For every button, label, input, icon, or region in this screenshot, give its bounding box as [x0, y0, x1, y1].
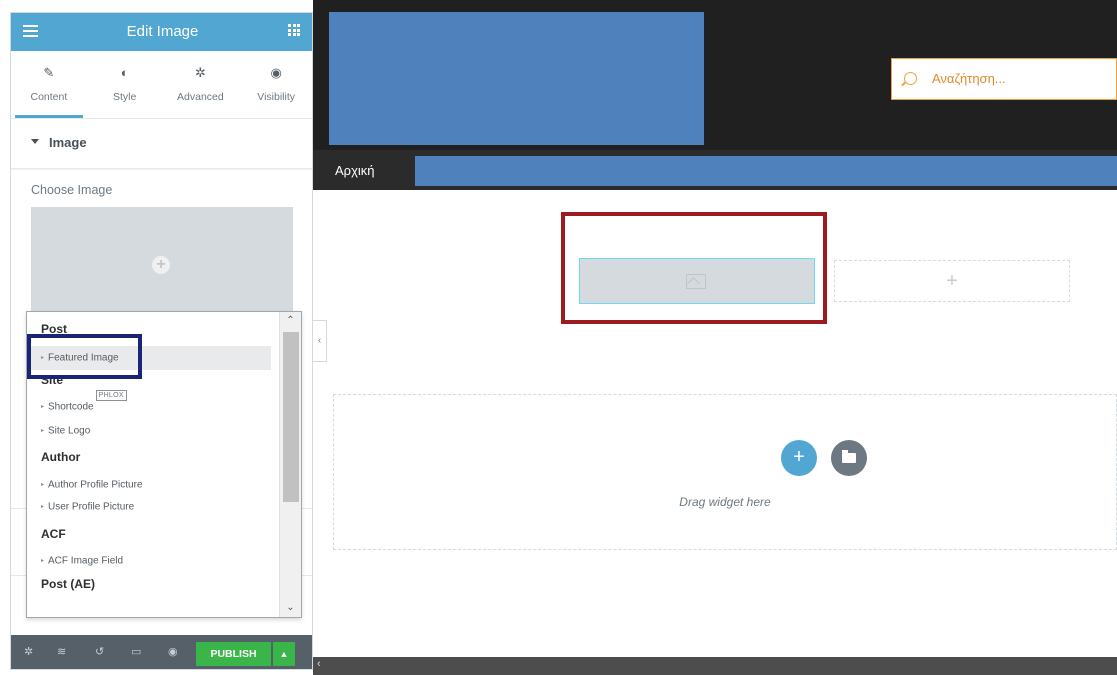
section-title: Image [49, 135, 87, 150]
tab-content[interactable]: ✎ Content [11, 51, 87, 118]
pencil-icon: ✎ [43, 65, 55, 80]
add-column-plus[interactable]: + [834, 260, 1070, 302]
dropdown-item-user-profile-picture[interactable]: ▸ User Profile Picture [27, 498, 271, 520]
panel-title: Edit Image [126, 23, 199, 40]
template-library-folder-icon[interactable] [831, 440, 867, 476]
panel-footer: ✲ ≋ ↺ ▭ ◉ PUBLISH ▲ [11, 635, 312, 669]
nav-home-link[interactable]: Αρχική [335, 163, 375, 178]
settings-icon[interactable]: ✲ [24, 645, 33, 658]
item-label: Site Logo [48, 425, 91, 437]
search-box[interactable]: Αναζήτηση... [891, 58, 1117, 100]
panel-header: Edit Image [11, 13, 312, 51]
scroll-up-icon[interactable]: ⌃ [280, 312, 301, 330]
scroll-left-icon[interactable]: ‹ [317, 658, 321, 670]
dropdown-group-author: Author [41, 450, 81, 464]
dropdown-group-post-ae: Post (AE) [41, 577, 95, 591]
tab-advanced[interactable]: ✲ Advanced [163, 51, 239, 118]
tab-style-label: Style [112, 91, 137, 103]
gear-icon: ✲ [194, 65, 206, 80]
drag-widget-text: Drag widget here [679, 495, 771, 509]
phlox-badge: PHLOX [95, 390, 127, 401]
scroll-down-icon[interactable]: ⌄ [280, 599, 301, 617]
item-label: ACF Image Field [48, 555, 124, 567]
dropdown-item-author-profile-picture[interactable]: ▸ Author Profile Picture [27, 472, 271, 498]
bullet-icon: ▸ [41, 558, 45, 564]
search-icon [904, 72, 917, 85]
history-icon[interactable]: ↺ [95, 645, 104, 658]
responsive-mode-icon[interactable]: ▭ [131, 645, 141, 658]
preview-eye-icon[interactable]: ◉ [168, 645, 178, 658]
publish-options-caret-icon[interactable]: ▲ [273, 642, 295, 666]
site-logo-block[interactable] [329, 12, 704, 145]
site-nav: Αρχική [313, 150, 1117, 190]
bottom-scrollbar[interactable]: ‹ [313, 657, 1117, 675]
bullet-icon: ▸ [41, 482, 45, 488]
image-chooser[interactable]: + [31, 207, 293, 322]
nav-menu-bar [415, 156, 1117, 186]
collapse-panel-chevron-icon[interactable]: ‹ [313, 320, 327, 362]
tab-visibility-label: Visibility [257, 91, 295, 103]
image-widget-placeholder[interactable] [579, 258, 815, 304]
choose-image-label: Choose Image [31, 183, 113, 197]
editor-window: Edit Image ✎ Content ◐ Style ✲ Advanced … [0, 0, 1117, 675]
tab-content-label: Content [30, 91, 68, 103]
dropdown-scrollbar[interactable]: ⌃ ⌄ [279, 312, 301, 617]
panel-tabs: ✎ Content ◐ Style ✲ Advanced ◉ Visibilit… [11, 51, 312, 119]
bullet-icon: ▸ [41, 504, 45, 510]
item-label: User Profile Picture [48, 501, 135, 513]
tab-visibility[interactable]: ◉ Visibility [238, 51, 312, 118]
highlight-featured-image [27, 334, 142, 379]
navigator-layers-icon[interactable]: ≋ [57, 645, 66, 658]
dropdown-group-acf: ACF [41, 527, 66, 541]
scrollbar-thumb[interactable] [283, 332, 299, 502]
widgets-grid-icon[interactable] [288, 24, 300, 36]
item-label: Author Profile Picture [48, 479, 143, 491]
search-input[interactable]: Αναζήτηση... [932, 71, 1006, 86]
publish-button[interactable]: PUBLISH [196, 642, 271, 666]
dropdown-item-shortcode[interactable]: ▸ ShortcodePHLOX [27, 390, 271, 420]
tab-style[interactable]: ◐ Style [87, 51, 163, 118]
add-section-button[interactable]: + [781, 440, 817, 476]
page-preview: Αναζήτηση... Αρχική ‹ + + Drag widget he… [313, 0, 1117, 675]
caret-down-icon [31, 139, 39, 144]
site-header: Αναζήτηση... [313, 0, 1117, 150]
bullet-icon: ▸ [41, 404, 45, 410]
image-icon [686, 274, 706, 289]
bullet-icon: ▸ [41, 428, 45, 434]
eye-icon: ◉ [270, 65, 282, 80]
widget-drop-area[interactable]: + Drag widget here [333, 394, 1117, 550]
dropdown-item-site-logo[interactable]: ▸ Site Logo [27, 420, 271, 442]
item-label: Shortcode [48, 401, 94, 413]
contrast-icon: ◐ [120, 65, 129, 80]
section-image-toggle[interactable]: Image [11, 119, 312, 169]
tab-advanced-label: Advanced [177, 91, 224, 103]
dropdown-item-acf-image-field[interactable]: ▸ ACF Image Field [27, 548, 271, 574]
plus-icon: + [152, 256, 170, 274]
